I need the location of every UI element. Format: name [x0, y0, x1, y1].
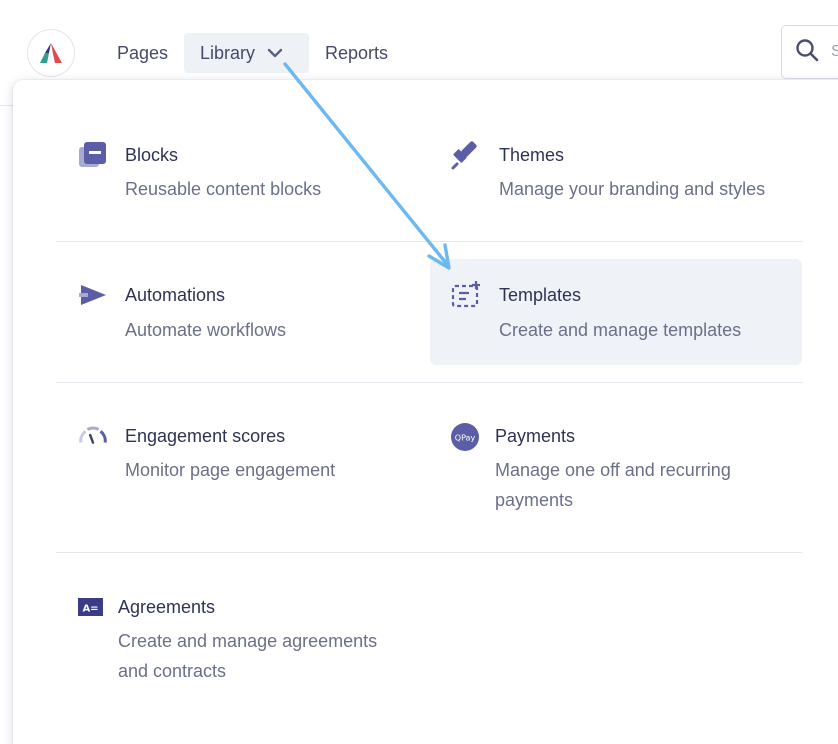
menu-item-title: Payments	[495, 426, 576, 446]
templates-highlight	[430, 259, 802, 365]
menu-item-title: Themes	[499, 145, 565, 165]
menu-item-description: Manage one off and recurring payments	[495, 460, 731, 510]
menu-item-title: Engagement scores	[125, 426, 286, 446]
menu-item-description: Automate workflows	[125, 320, 287, 340]
payments-icon-text: QPay	[455, 434, 476, 443]
gauge-icon	[78, 421, 108, 451]
paintbrush-icon	[451, 140, 481, 170]
search-icon	[795, 38, 819, 67]
payments-icon: QPay	[450, 422, 480, 452]
search-box[interactable]: S	[781, 25, 838, 79]
menu-item-title: Templates	[499, 285, 582, 305]
nav-pages[interactable]: Pages	[101, 33, 184, 73]
menu-item-title: Agreements	[118, 597, 216, 617]
divider	[56, 552, 802, 553]
menu-item-description: Reusable content blocks	[125, 179, 322, 199]
automation-icon	[78, 280, 108, 310]
search-placeholder: S	[831, 43, 838, 61]
menu-item-description: Monitor page engagement	[125, 460, 336, 480]
menu-item-description: Create and manage agreements and contrac…	[118, 631, 378, 681]
app-logo[interactable]	[27, 29, 75, 77]
agreements-icon: A=	[76, 592, 106, 622]
nav-library-label: Library	[200, 43, 256, 63]
logo-icon	[40, 43, 62, 63]
agreements-icon-text: A=	[82, 604, 98, 615]
blocks-icon	[78, 140, 108, 170]
chevron-down-icon	[267, 48, 283, 58]
menu-item-title: Blocks	[125, 145, 179, 165]
menu-item-title: Automations	[125, 285, 226, 305]
menu-item-description: Manage your branding and styles	[499, 179, 766, 199]
menu-item-description: Create and manage templates	[499, 320, 742, 340]
nav-library[interactable]: Library	[184, 33, 309, 73]
templates-icon	[451, 280, 481, 310]
divider	[56, 241, 802, 242]
nav-reports[interactable]: Reports	[309, 33, 404, 73]
divider	[56, 382, 802, 383]
